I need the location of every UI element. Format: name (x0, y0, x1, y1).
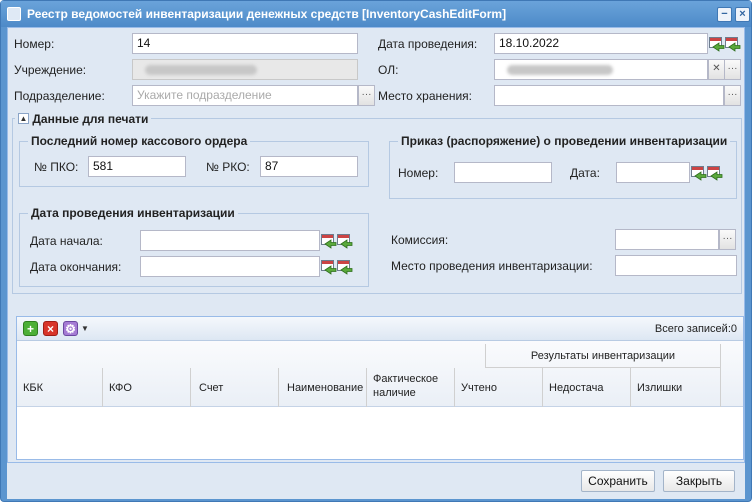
subdivision-lookup-button[interactable]: ··· (358, 85, 375, 106)
start-date-input[interactable] (140, 230, 320, 251)
pko-label: № ПКО: (34, 160, 79, 174)
date-input[interactable]: 18.10.2022 (494, 33, 708, 54)
storage-label: Место хранения: (378, 89, 472, 103)
subdivision-input[interactable]: Укажите подразделение (132, 85, 358, 106)
number-input[interactable]: 14 (132, 33, 358, 54)
column-shortage[interactable]: Недостача (543, 368, 631, 407)
column-counted[interactable]: Учтено (455, 368, 543, 407)
print-section-title: Данные для печати (32, 111, 149, 126)
column-kfo[interactable]: КФО (103, 368, 191, 407)
records-count: Всего записей:0 (654, 323, 737, 335)
clear-icon[interactable]: ✕ (708, 59, 725, 80)
end-date-label: Дата окончания: (30, 260, 122, 274)
form-body: Номер: 14 Дата проведения: 18.10.2022 Уч… (7, 27, 745, 463)
grid-header: Результаты инвентаризации КБК КФО Счет Н… (17, 341, 743, 407)
actions-dropdown-icon[interactable]: ▼ (81, 324, 89, 333)
order-legend: Приказ (распоряжение) о проведении инвен… (398, 134, 731, 148)
last-order-fieldset: Последний номер кассового ордера № ПКО: … (19, 134, 369, 187)
title-bar[interactable]: Реестр ведомостей инвентаризации денежны… (1, 1, 751, 27)
minimize-icon[interactable]: − (717, 7, 732, 22)
order-date-label: Дата: (570, 166, 600, 180)
column-account[interactable]: Счет (191, 368, 279, 407)
end-date-picker-icon[interactable] (336, 257, 353, 276)
column-kbk[interactable]: КБК (17, 368, 103, 407)
order-calendar-icon[interactable] (690, 163, 707, 182)
column-surplus[interactable]: Излишки (631, 368, 721, 407)
order-fieldset: Приказ (распоряжение) о проведении инвен… (389, 134, 737, 199)
commission-input[interactable] (615, 229, 719, 250)
collapse-icon[interactable]: ▲ (18, 113, 29, 125)
column-actual[interactable]: Фактическое наличие (367, 368, 455, 407)
order-date-picker-icon[interactable] (706, 163, 723, 182)
calendar-icon[interactable] (708, 34, 725, 53)
inventory-dates-fieldset: Дата проведения инвентаризации Дата нача… (19, 206, 369, 287)
start-calendar-icon[interactable] (320, 231, 337, 250)
app-icon (7, 7, 21, 21)
dialog-window: Реестр ведомостей инвентаризации денежны… (0, 0, 752, 502)
print-section-header[interactable]: ▲ Данные для печати (15, 111, 152, 126)
place-label: Место проведения инвентаризации: (391, 259, 593, 273)
print-section: ▲ Данные для печати Последний номер касс… (12, 111, 742, 294)
institution-label: Учреждение: (14, 63, 87, 77)
close-button[interactable]: Закрыть (663, 470, 735, 492)
last-order-legend: Последний номер кассового ордера (28, 134, 251, 148)
start-date-label: Дата начала: (30, 234, 103, 248)
delete-icon[interactable]: × (43, 321, 58, 336)
date-picker-icon[interactable] (724, 34, 741, 53)
close-icon[interactable]: × (735, 7, 750, 22)
order-number-input[interactable] (454, 162, 552, 183)
commission-lookup-button[interactable]: ··· (719, 229, 736, 250)
subdivision-label: Подразделение: (14, 89, 105, 103)
ol-lookup-button[interactable]: ··· (724, 59, 741, 80)
number-label: Номер: (14, 37, 55, 51)
ol-label: ОЛ: (378, 63, 399, 77)
ol-input[interactable] (494, 59, 708, 80)
rko-label: № РКО: (206, 160, 250, 174)
rko-input[interactable]: 87 (260, 156, 358, 177)
place-input[interactable] (615, 255, 737, 276)
commission-label: Комиссия: (391, 233, 449, 247)
order-date-input[interactable] (616, 162, 690, 183)
pko-input[interactable]: 581 (88, 156, 186, 177)
inventory-dates-legend: Дата проведения инвентаризации (28, 206, 238, 220)
end-calendar-icon[interactable] (320, 257, 337, 276)
start-date-picker-icon[interactable] (336, 231, 353, 250)
date-label: Дата проведения: (378, 37, 478, 51)
actions-menu-icon[interactable]: ⚙ (63, 321, 78, 336)
column-name[interactable]: Наименование (279, 368, 367, 407)
result-group-header: Результаты инвентаризации (485, 344, 721, 368)
order-number-label: Номер: (398, 166, 439, 180)
storage-input[interactable] (494, 85, 724, 106)
grid-toolbar: + × ⚙ ▼ Всего записей:0 (17, 317, 743, 341)
results-grid: + × ⚙ ▼ Всего записей:0 Результаты инвен… (16, 316, 744, 460)
storage-lookup-button[interactable]: ··· (724, 85, 741, 106)
save-button[interactable]: Сохранить (581, 470, 655, 492)
dialog-footer: Сохранить Закрыть (7, 463, 745, 499)
institution-input (132, 59, 358, 80)
end-date-input[interactable] (140, 256, 320, 277)
window-title: Реестр ведомостей инвентаризации денежны… (27, 7, 507, 21)
add-icon[interactable]: + (23, 321, 38, 336)
